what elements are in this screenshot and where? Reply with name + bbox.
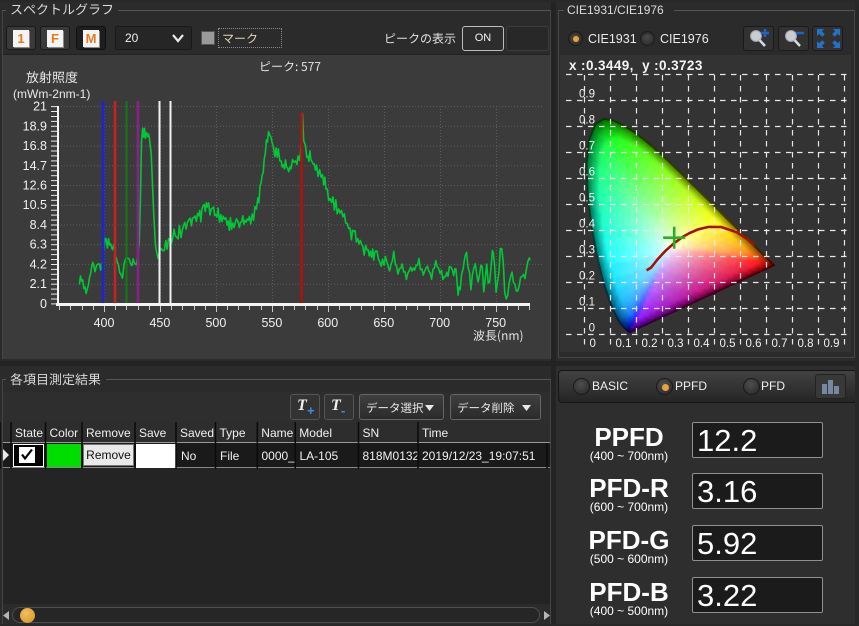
- svg-text:0.4: 0.4: [694, 338, 711, 350]
- svg-text:SN: SN: [363, 426, 380, 440]
- svg-text:0.9: 0.9: [824, 338, 840, 350]
- svg-text:Remove: Remove: [86, 426, 131, 440]
- svg-text:Time: Time: [422, 426, 449, 440]
- svg-text:0.6: 0.6: [746, 338, 762, 350]
- svg-text:0.1: 0.1: [616, 338, 632, 350]
- svg-text:0.2: 0.2: [642, 338, 658, 350]
- svg-text:Color: Color: [50, 426, 79, 440]
- svg-text:0.9: 0.9: [579, 89, 595, 101]
- svg-text:0.8: 0.8: [579, 115, 595, 127]
- svg-text:0.5: 0.5: [579, 193, 595, 205]
- svg-text:Name: Name: [261, 426, 293, 440]
- svg-text:0.3: 0.3: [668, 338, 684, 350]
- svg-text:0.4: 0.4: [579, 219, 596, 231]
- svg-text:0.5: 0.5: [720, 338, 736, 350]
- svg-text:Type: Type: [220, 426, 246, 440]
- svg-text:Model: Model: [299, 426, 332, 440]
- svg-text:0.3: 0.3: [579, 245, 595, 257]
- svg-text:0.6: 0.6: [579, 167, 595, 179]
- svg-text:0: 0: [589, 323, 595, 335]
- svg-text:Save: Save: [139, 426, 167, 440]
- svg-text:0: 0: [590, 338, 596, 350]
- svg-text:Saved: Saved: [180, 426, 214, 440]
- svg-text:0.8: 0.8: [798, 338, 814, 350]
- svg-text:State: State: [15, 426, 43, 440]
- svg-text:0.7: 0.7: [772, 338, 788, 350]
- svg-text:0.1: 0.1: [579, 297, 595, 309]
- svg-text:0.2: 0.2: [579, 271, 595, 283]
- svg-text:0.7: 0.7: [579, 141, 595, 153]
